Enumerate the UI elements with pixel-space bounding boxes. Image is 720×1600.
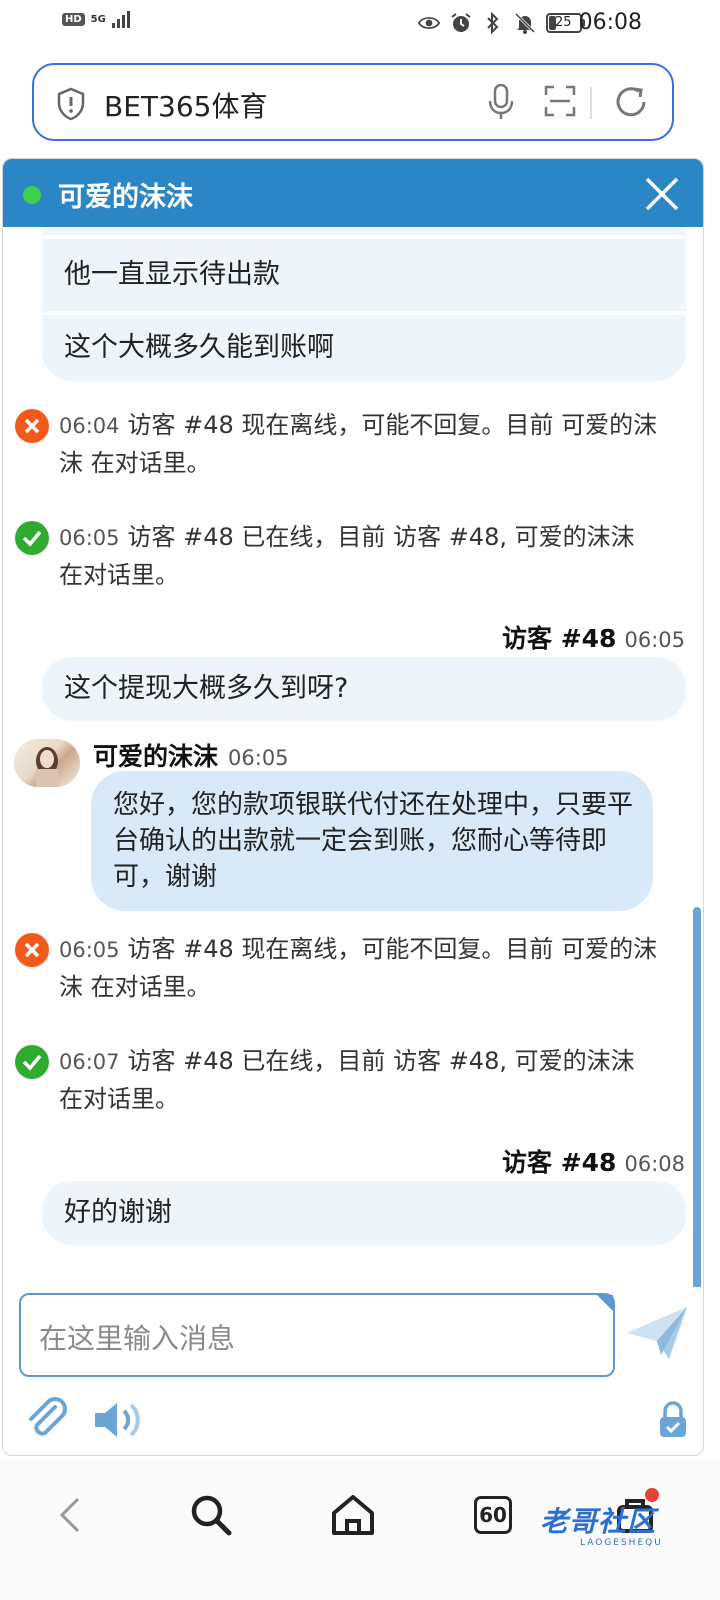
operator-message: 您好，您的款项银联代付还在处理中，只要平台确认的出款就一定会到账，您耐心等待即可… [91,771,653,911]
status-left: HD 5G [62,10,130,28]
watermark-subtext: LAOGESHEQU [580,1538,663,1548]
bottom-navigation: 60 老哥社区 LAOGESHEQU [0,1460,720,1600]
hd-badge: HD [62,12,85,26]
sender-name: 访客 #48 [502,1148,617,1177]
tabs-button[interactable]: 60 [468,1490,518,1540]
system-event: 06:07 访客 #48 已在线，目前 访客 #48, 可爱的沫沫 在对话里。 [15,1043,655,1123]
eye-icon [418,12,440,34]
message-text: 这个大概多久能到账啊 [64,332,334,363]
message-text: 您好，您的款项银联代付还在处理中，只要平台确认的出款就一定会到账，您耐心等待即可… [113,790,634,892]
lock-icon[interactable] [657,1399,689,1439]
tab-count: 60 [474,1496,512,1534]
message-time: 06:05 [228,746,289,770]
mic-icon[interactable] [488,83,514,125]
visitor-message: 好的谢谢 [42,1181,686,1245]
reload-icon[interactable] [612,83,650,125]
network-type: 5G [90,13,106,25]
event-text: 访客 #48 现在离线，可能不回复。目前 可爱的沫沫 在对话里。 [59,935,658,1001]
online-indicator [23,186,41,204]
chat-title: 可爱的沫沫 [58,182,193,213]
system-event: 06:05 访客 #48 现在离线，可能不回复。目前 可爱的沫沫 在对话里。 [15,931,658,1011]
message-time: 06:05 [624,628,685,652]
home-icon[interactable] [328,1490,378,1540]
event-time: 06:05 [59,938,120,962]
event-time: 06:04 [59,414,120,438]
paperclip-icon[interactable] [25,1397,71,1443]
message-text: 好的谢谢 [64,1197,172,1228]
operator-name-row: 可爱的沫沫 06:05 [93,737,289,773]
system-event: 06:04 访客 #48 现在离线，可能不回复。目前 可爱的沫沫 在对话里。 [15,407,658,487]
system-event: 06:05 访客 #48 已在线，目前 访客 #48, 可爱的沫沫 在对话里。 [15,519,655,599]
url-text[interactable]: BET365体育 [104,85,267,125]
sender-name: 访客 #48 [502,624,617,653]
signal-icon [111,10,130,28]
offline-icon [15,933,49,967]
address-divider [590,87,592,119]
message-meta: 访客 #48 06:08 [502,1143,685,1179]
event-text: 访客 #48 已在线，目前 访客 #48, 可爱的沫沫 在对话里。 [59,1047,635,1113]
message-text: 这个提现大概多久到呀? [64,673,349,704]
alarm-icon [450,12,472,34]
battery-level: 25 [555,15,572,30]
visitor-message: 这个大概多久能到账啊 [42,315,686,381]
sender-name: 可爱的沫沫 [93,742,219,771]
watermark-logo: 老哥社区 [540,1505,657,1538]
message-text: 他一直显示待出款 [64,259,280,290]
close-icon[interactable] [643,175,681,213]
avatar [14,739,80,787]
event-text: 访客 #48 已在线，目前 访客 #48, 可爱的沫沫 在对话里。 [59,523,635,589]
event-text: 访客 #48 现在离线，可能不回复。目前 可爱的沫沫 在对话里。 [59,411,658,477]
status-bar: HD 5G 25 06:08 [0,0,720,48]
mute-icon [514,12,536,34]
bluetooth-icon [482,12,504,34]
address-bar[interactable]: BET365体育 [32,63,674,141]
speaker-icon[interactable] [91,1397,143,1443]
scan-icon[interactable] [544,85,576,121]
list-item [42,227,686,235]
message-list[interactable]: 他一直显示待出款 这个大概多久能到账啊 06:04 访客 #48 现在离线，可能不… [3,227,703,1287]
event-time: 06:07 [59,1050,120,1074]
resize-corner-icon[interactable] [595,1293,615,1313]
shield-icon[interactable] [56,87,86,125]
online-check-icon [15,521,49,555]
message-meta: 访客 #48 06:05 [502,619,685,655]
offline-icon [15,409,49,443]
scrollbar[interactable] [693,907,701,1287]
back-icon[interactable] [44,1490,94,1540]
status-clock: 06:08 [578,10,642,35]
visitor-message: 这个提现大概多久到呀? [42,657,686,721]
visitor-message: 他一直显示待出款 [42,239,686,311]
message-input[interactable]: 在这里输入消息 [19,1293,615,1377]
search-icon[interactable] [186,1490,236,1540]
send-icon[interactable] [625,1303,689,1363]
online-check-icon [15,1045,49,1079]
chat-widget: 可爱的沫沫 他一直显示待出款 这个大概多久能到账啊 06:04 访客 #48 现在… [2,158,704,1456]
message-time: 06:08 [624,1152,685,1176]
chat-header: 可爱的沫沫 [3,159,703,227]
input-placeholder: 在这里输入消息 [39,1322,236,1355]
event-time: 06:05 [59,526,120,550]
